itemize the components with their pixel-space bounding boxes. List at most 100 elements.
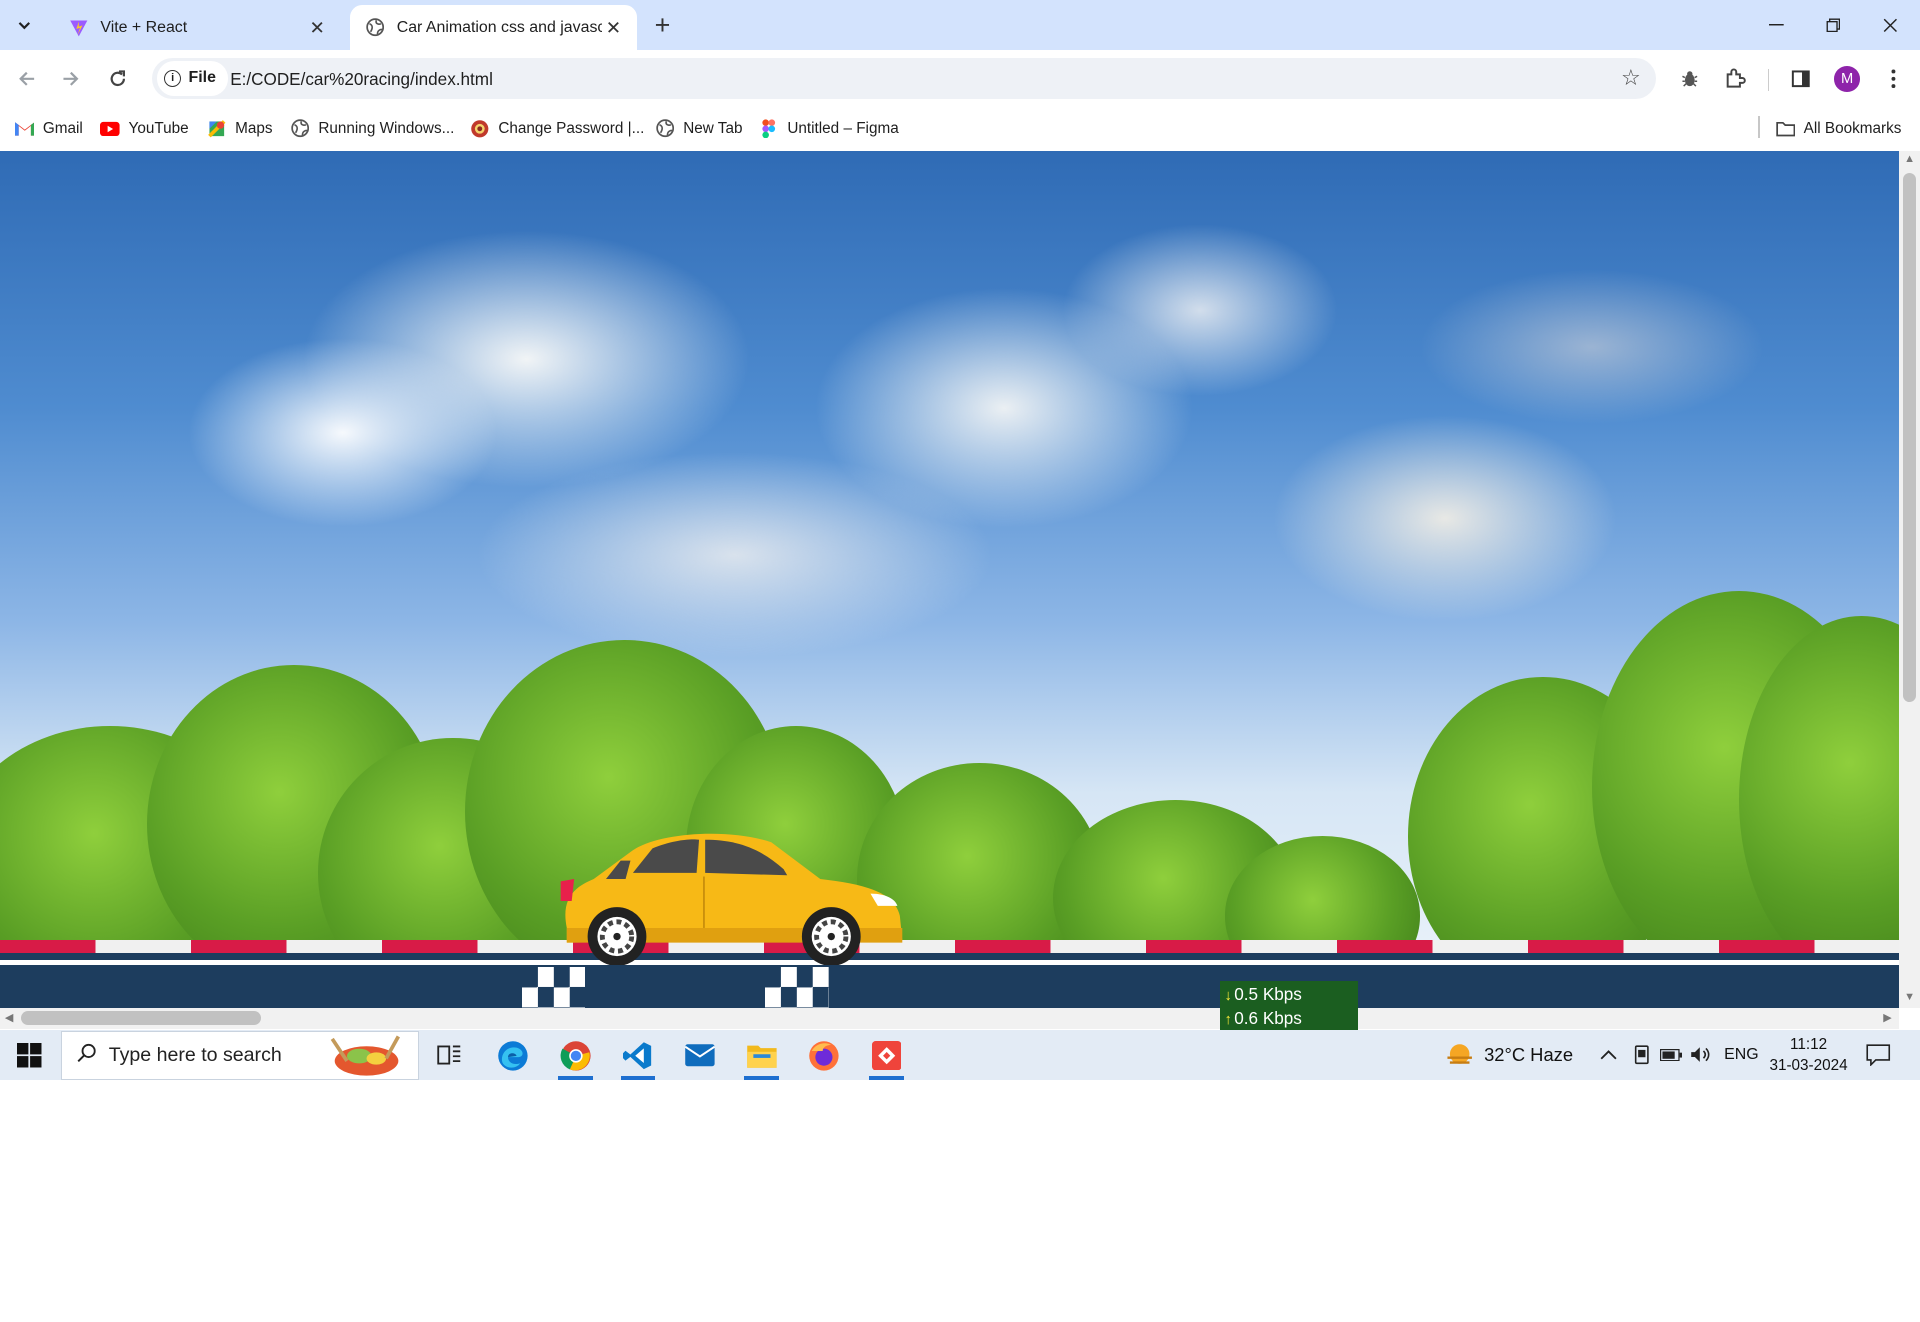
chevron-down-icon	[18, 22, 31, 30]
vertical-scroll-thumb[interactable]	[1902, 172, 1917, 702]
figma-icon	[759, 119, 779, 139]
weather-widget[interactable]: 32°C Haze	[1445, 1030, 1573, 1080]
youtube-icon	[100, 119, 120, 139]
arrow-up-icon: ↑	[1224, 1012, 1232, 1029]
site-info-chip[interactable]: i File	[156, 61, 229, 96]
minimize-icon	[1769, 23, 1785, 26]
reload-icon	[110, 69, 125, 86]
search-highlight-illustration	[330, 1036, 400, 1077]
tab-title: Vite + React	[100, 18, 188, 36]
site-info-label: File	[188, 69, 216, 87]
mail-icon[interactable]	[676, 1035, 725, 1077]
windows-start-icon[interactable]	[17, 1043, 42, 1068]
scroll-right-icon[interactable]: ▶	[1883, 1011, 1891, 1024]
forward-button[interactable]	[54, 61, 88, 95]
edge-icon[interactable]	[489, 1035, 538, 1077]
bookmark-label: YouTube	[128, 119, 189, 137]
bookmarks-divider	[1758, 116, 1760, 139]
close-icon	[1883, 18, 1898, 32]
all-bookmarks-button[interactable]: All Bookmarks	[1775, 116, 1901, 140]
vertical-scrollbar[interactable]: ▲ ▼	[1899, 150, 1920, 1008]
anydesk-icon[interactable]	[862, 1035, 911, 1080]
folder-icon	[1775, 119, 1796, 139]
clock-time: 11:12	[1789, 1035, 1828, 1053]
more-menu-icon[interactable]	[1877, 62, 1909, 94]
address-bar[interactable]: i File E:/CODE/car%20racing/index.html ☆	[151, 57, 1656, 100]
restore-button[interactable]	[1805, 0, 1861, 50]
close-icon[interactable]: ✕	[306, 17, 328, 39]
globe-icon	[290, 119, 310, 139]
bookmark-label: Untitled – Figma	[787, 119, 899, 137]
yellow-car	[560, 833, 903, 965]
file-explorer-icon[interactable]	[737, 1035, 786, 1080]
side-panel-icon[interactable]	[1785, 62, 1817, 94]
horizontal-scroll-thumb[interactable]	[20, 1011, 261, 1025]
globe-icon	[365, 18, 385, 38]
windows-taskbar: Type here to search 32°C Haze ENG 11:12 …	[0, 1029, 1920, 1080]
net-speed-widget: ↓ 0.5 Kbps ↑ 0.6 Kbps	[1219, 980, 1358, 1030]
language-text: ENG	[1724, 1045, 1759, 1063]
clock-date: 31-03-2024	[1769, 1056, 1848, 1074]
browser-toolbar: i File E:/CODE/car%20racing/index.html ☆	[0, 50, 1920, 107]
tab-vite-react[interactable]: Vite + React ✕	[54, 5, 341, 50]
show-hidden-icons[interactable]	[1600, 1030, 1617, 1080]
toolbar-divider	[1768, 68, 1770, 91]
tab-title: Car Animation css and javascrip	[396, 18, 603, 36]
close-icon[interactable]: ✕	[602, 17, 624, 39]
bookmark-label: New Tab	[683, 119, 743, 137]
battery-icon[interactable]	[1660, 1030, 1683, 1080]
bookmark-label: Change Password |...	[498, 119, 645, 137]
info-icon: i	[164, 69, 182, 87]
restore-icon	[1826, 18, 1840, 32]
arrow-left-icon	[19, 71, 35, 86]
checkered-flag	[521, 967, 586, 1008]
page-viewport	[0, 150, 1900, 1008]
scroll-left-icon[interactable]: ◀	[5, 1011, 13, 1024]
bookmark-gmail[interactable]: Gmail	[14, 116, 83, 140]
new-tab-button[interactable]: +	[647, 10, 679, 42]
vscode-icon[interactable]	[613, 1035, 662, 1080]
tab-strip: Vite + React ✕ Car Animation css and jav…	[0, 0, 1920, 51]
bookmark-star-icon[interactable]: ☆	[1621, 65, 1641, 91]
gmail-icon	[14, 119, 35, 139]
maps-icon	[207, 119, 227, 139]
close-window-button[interactable]	[1862, 0, 1918, 50]
bookmark-figma[interactable]: Untitled – Figma	[759, 116, 899, 140]
scroll-down-icon[interactable]: ▼	[1904, 991, 1915, 1003]
bookmark-running-windows[interactable]: Running Windows...	[290, 116, 454, 140]
horizontal-scrollbar[interactable]: ◀ ▶	[0, 1007, 1900, 1029]
lock-badge-icon	[470, 119, 490, 139]
search-placeholder: Type here to search	[108, 1044, 282, 1066]
input-language[interactable]: ENG	[1724, 1030, 1758, 1080]
bookmark-change-password[interactable]: Change Password |...	[470, 116, 644, 140]
system-clock[interactable]: 11:12 31-03-2024	[1763, 1035, 1854, 1077]
meet-now-icon[interactable]	[1632, 1030, 1652, 1080]
volume-icon[interactable]	[1690, 1030, 1712, 1080]
road-curb	[0, 940, 1900, 953]
bookmark-youtube[interactable]: YouTube	[100, 116, 189, 140]
arrow-down-icon: ↓	[1224, 988, 1232, 1005]
bug-extension-icon[interactable]	[1674, 62, 1706, 94]
task-view-icon[interactable]	[425, 1035, 474, 1077]
bookmarks-bar: Gmail YouTube Maps Running Windows... Ch…	[0, 106, 1920, 151]
haze-sun-icon	[1447, 1043, 1472, 1064]
url-text[interactable]: E:/CODE/car%20racing/index.html	[230, 69, 493, 90]
back-button[interactable]	[10, 61, 44, 95]
globe-icon	[655, 119, 675, 139]
reload-button[interactable]	[100, 61, 134, 95]
vite-icon	[69, 18, 89, 38]
scroll-up-icon[interactable]: ▲	[1904, 153, 1915, 165]
extensions-icon[interactable]	[1719, 62, 1751, 94]
search-icon	[77, 1043, 97, 1069]
firefox-icon[interactable]	[800, 1035, 849, 1077]
notifications-icon[interactable]	[1866, 1030, 1891, 1080]
minimize-button[interactable]	[1749, 0, 1805, 50]
tab-car-animation[interactable]: Car Animation css and javascrip ✕	[350, 4, 637, 51]
bookmark-maps[interactable]: Maps	[207, 116, 272, 140]
taskbar-search-box[interactable]: Type here to search	[61, 1031, 419, 1080]
bookmark-new-tab[interactable]: New Tab	[655, 116, 742, 140]
chrome-icon[interactable]	[551, 1035, 600, 1080]
chevron-up-icon	[1600, 1049, 1617, 1060]
tab-search-button[interactable]	[7, 9, 41, 43]
profile-avatar[interactable]: M	[1834, 66, 1860, 92]
